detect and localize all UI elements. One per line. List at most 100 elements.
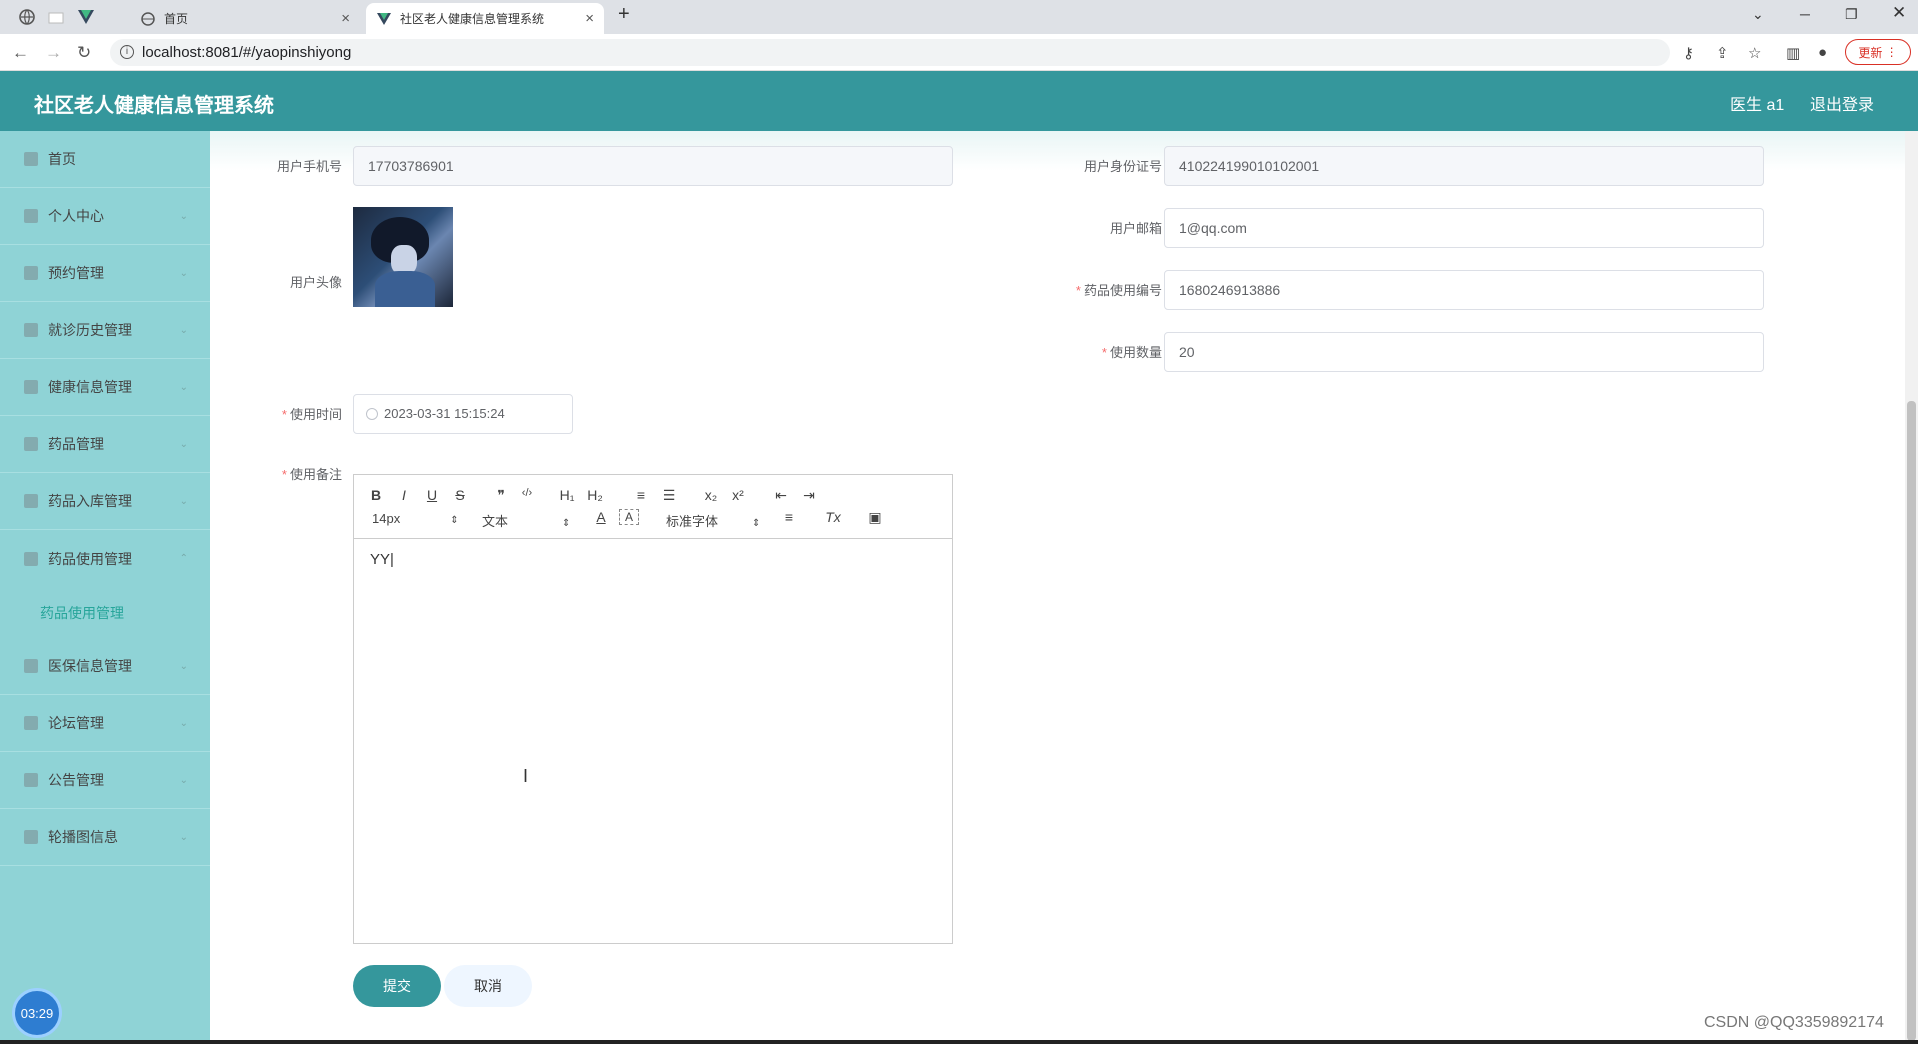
bold-button[interactable]: B xyxy=(366,487,386,503)
sidebar-item-drug-stock-in[interactable]: 药品入库管理 ⌄ xyxy=(0,473,210,530)
sidebar-item-label: 药品管理 xyxy=(48,436,104,452)
superscript-button[interactable]: x² xyxy=(728,487,748,503)
sidebar-item-notices[interactable]: 公告管理 ⌄ xyxy=(0,752,210,809)
align-button[interactable]: ≡ xyxy=(779,509,799,525)
document-icon xyxy=(24,380,38,394)
required-mark: * xyxy=(1101,345,1107,360)
strikethrough-button[interactable]: S xyxy=(450,487,470,503)
close-icon[interactable]: × xyxy=(585,10,594,27)
vue-logo-icon[interactable] xyxy=(77,8,95,26)
scrollbar-thumb[interactable] xyxy=(1907,401,1916,1041)
underline-button[interactable]: U xyxy=(422,487,442,503)
paragraph-select[interactable]: 文本 ⇕ xyxy=(482,511,570,530)
chevron-down-icon: ⌄ xyxy=(179,381,188,393)
avatar-body xyxy=(375,271,435,307)
restore-button[interactable]: ❐ xyxy=(1845,6,1858,23)
app-title: 社区老人健康信息管理系统 xyxy=(34,95,274,117)
user-avatar-image[interactable] xyxy=(353,207,453,307)
watermark: CSDN @QQ3359892174 xyxy=(1704,1014,1884,1031)
tab-home[interactable]: 首页 × xyxy=(130,3,360,34)
select-arrows-icon: ⇕ xyxy=(562,518,571,529)
rich-text-editor[interactable]: B I U S ❞ ‹/› H₁ H₂ ≡ ☰ x₂ x² ⇤ ⇥ 14px ⇕ … xyxy=(353,474,953,944)
close-window-button[interactable]: ✕ xyxy=(1892,3,1906,23)
user-icon xyxy=(24,209,38,223)
usage-number-label-text: 药品使用编号 xyxy=(1083,283,1162,298)
italic-button[interactable]: I xyxy=(394,487,414,503)
sidebar-item-carousel[interactable]: 轮播图信息 ⌄ xyxy=(0,809,210,866)
quantity-field[interactable]: 20 xyxy=(1164,332,1764,372)
submit-button[interactable]: 提交 xyxy=(353,965,441,1007)
sidebar-item-insurance[interactable]: 医保信息管理 ⌄ xyxy=(0,638,210,695)
font-size-select[interactable]: 14px ⇕ xyxy=(372,511,459,526)
share-icon[interactable]: ⇪ xyxy=(1716,44,1729,62)
sidebar-item-label: 药品使用管理 xyxy=(48,550,132,567)
recording-timer: 03:29 xyxy=(12,988,62,1038)
usage-note-label: * 使用备注 xyxy=(240,464,342,483)
sidebar-item-visit-history[interactable]: 就诊历史管理 ⌄ xyxy=(0,302,210,359)
key-icon[interactable]: ⚷ xyxy=(1683,44,1694,62)
sidebar-subitem-drug-usage[interactable]: 药品使用管理 xyxy=(0,588,210,638)
sidebar-item-label: 轮播图信息 xyxy=(48,829,118,845)
forward-button[interactable]: → xyxy=(45,43,62,63)
font-color-button[interactable]: A xyxy=(591,509,611,525)
image-button[interactable]: ▣ xyxy=(865,509,885,526)
quantity-label-text: 使用数量 xyxy=(1109,345,1162,360)
font-family-select[interactable]: 标准字体 ⇕ xyxy=(666,511,760,530)
ordered-list-button[interactable]: ≡ xyxy=(631,487,651,503)
required-mark: * xyxy=(281,407,287,422)
indent-button[interactable]: ⇥ xyxy=(799,487,819,504)
bullet-list-button[interactable]: ☰ xyxy=(659,487,679,504)
editor-content[interactable]: YY| xyxy=(370,551,394,568)
star-icon[interactable]: ☆ xyxy=(1748,44,1761,62)
sidebar-item-home[interactable]: 首页 xyxy=(0,131,210,188)
chevron-up-icon: ⌃ xyxy=(179,553,188,564)
usage-time-picker[interactable]: 2023-03-31 15:15:24 xyxy=(353,394,573,434)
current-user[interactable]: 医生 a1 xyxy=(1730,91,1784,115)
cancel-button[interactable]: 取消 xyxy=(444,965,532,1007)
code-block-button[interactable]: ‹/› xyxy=(517,487,537,499)
chevron-down-icon: ⌄ xyxy=(179,210,188,222)
phone-field[interactable]: 17703786901 xyxy=(353,146,953,186)
sidebar-item-drug-usage[interactable]: 药品使用管理 ⌃ xyxy=(0,530,210,587)
blockquote-button[interactable]: ❞ xyxy=(491,487,511,504)
address-bar: ← → ↻ i localhost:8081/#/yaopinshiyong ⚷… xyxy=(0,34,1918,71)
new-tab-button[interactable]: + xyxy=(618,3,630,26)
tab-label: 社区老人健康信息管理系统 xyxy=(400,12,545,26)
usage-number-field[interactable]: 1680246913886 xyxy=(1164,270,1764,310)
select-arrows-icon: ⇕ xyxy=(450,515,459,526)
profile-icon[interactable]: ● xyxy=(1818,44,1827,61)
email-field[interactable]: 1@qq.com xyxy=(1164,208,1764,248)
minimize-button[interactable]: ─ xyxy=(1800,6,1810,22)
tab-active-system[interactable]: 社区老人健康信息管理系统 × xyxy=(366,3,604,34)
back-button[interactable]: ← xyxy=(12,43,29,63)
chevron-down-icon[interactable]: ⌄ xyxy=(1752,6,1764,23)
globe-icon[interactable] xyxy=(18,8,36,26)
heading1-button[interactable]: H₁ xyxy=(557,487,577,503)
clear-format-button[interactable]: Tx xyxy=(823,509,843,525)
sidebar-item-appointments[interactable]: 预约管理 ⌄ xyxy=(0,245,210,302)
info-icon[interactable]: i xyxy=(120,45,134,59)
id-card-field[interactable]: 410224199010102001 xyxy=(1164,146,1764,186)
import-icon xyxy=(24,494,38,508)
app-header: 社区老人健康信息管理系统 医生 a1 退出登录 xyxy=(0,71,1918,131)
taskbar-strip xyxy=(0,1040,1918,1044)
heading2-button[interactable]: H₂ xyxy=(585,487,605,503)
sidebar-item-health-info[interactable]: 健康信息管理 ⌄ xyxy=(0,359,210,416)
blank-page-icon[interactable] xyxy=(47,8,65,26)
sidebar-item-forum[interactable]: 论坛管理 ⌄ xyxy=(0,695,210,752)
sidebar-item-profile[interactable]: 个人中心 ⌄ xyxy=(0,188,210,245)
main-content: 用户手机号 17703786901 用户身份证号 410224199010102… xyxy=(210,131,1905,1044)
outdent-button[interactable]: ⇤ xyxy=(771,487,791,504)
url-input[interactable]: i localhost:8081/#/yaopinshiyong xyxy=(110,39,1670,66)
close-icon[interactable]: × xyxy=(341,10,350,27)
required-mark: * xyxy=(281,467,287,482)
update-button[interactable]: 更新 ⋮ xyxy=(1845,39,1911,65)
logout-link[interactable]: 退出登录 xyxy=(1810,91,1874,115)
sidebar-item-drugs[interactable]: 药品管理 ⌄ xyxy=(0,416,210,473)
page-scrollbar[interactable] xyxy=(1905,131,1918,1044)
sidepanel-icon[interactable]: ▥ xyxy=(1786,44,1800,62)
subscript-button[interactable]: x₂ xyxy=(701,487,721,503)
sidebar: 首页 个人中心 ⌄ 预约管理 ⌄ 就诊历史管理 ⌄ 健康信息管理 ⌄ 药品管理 … xyxy=(0,131,210,1044)
reload-button[interactable]: ↻ xyxy=(77,43,91,63)
background-color-button[interactable]: A xyxy=(619,509,639,525)
